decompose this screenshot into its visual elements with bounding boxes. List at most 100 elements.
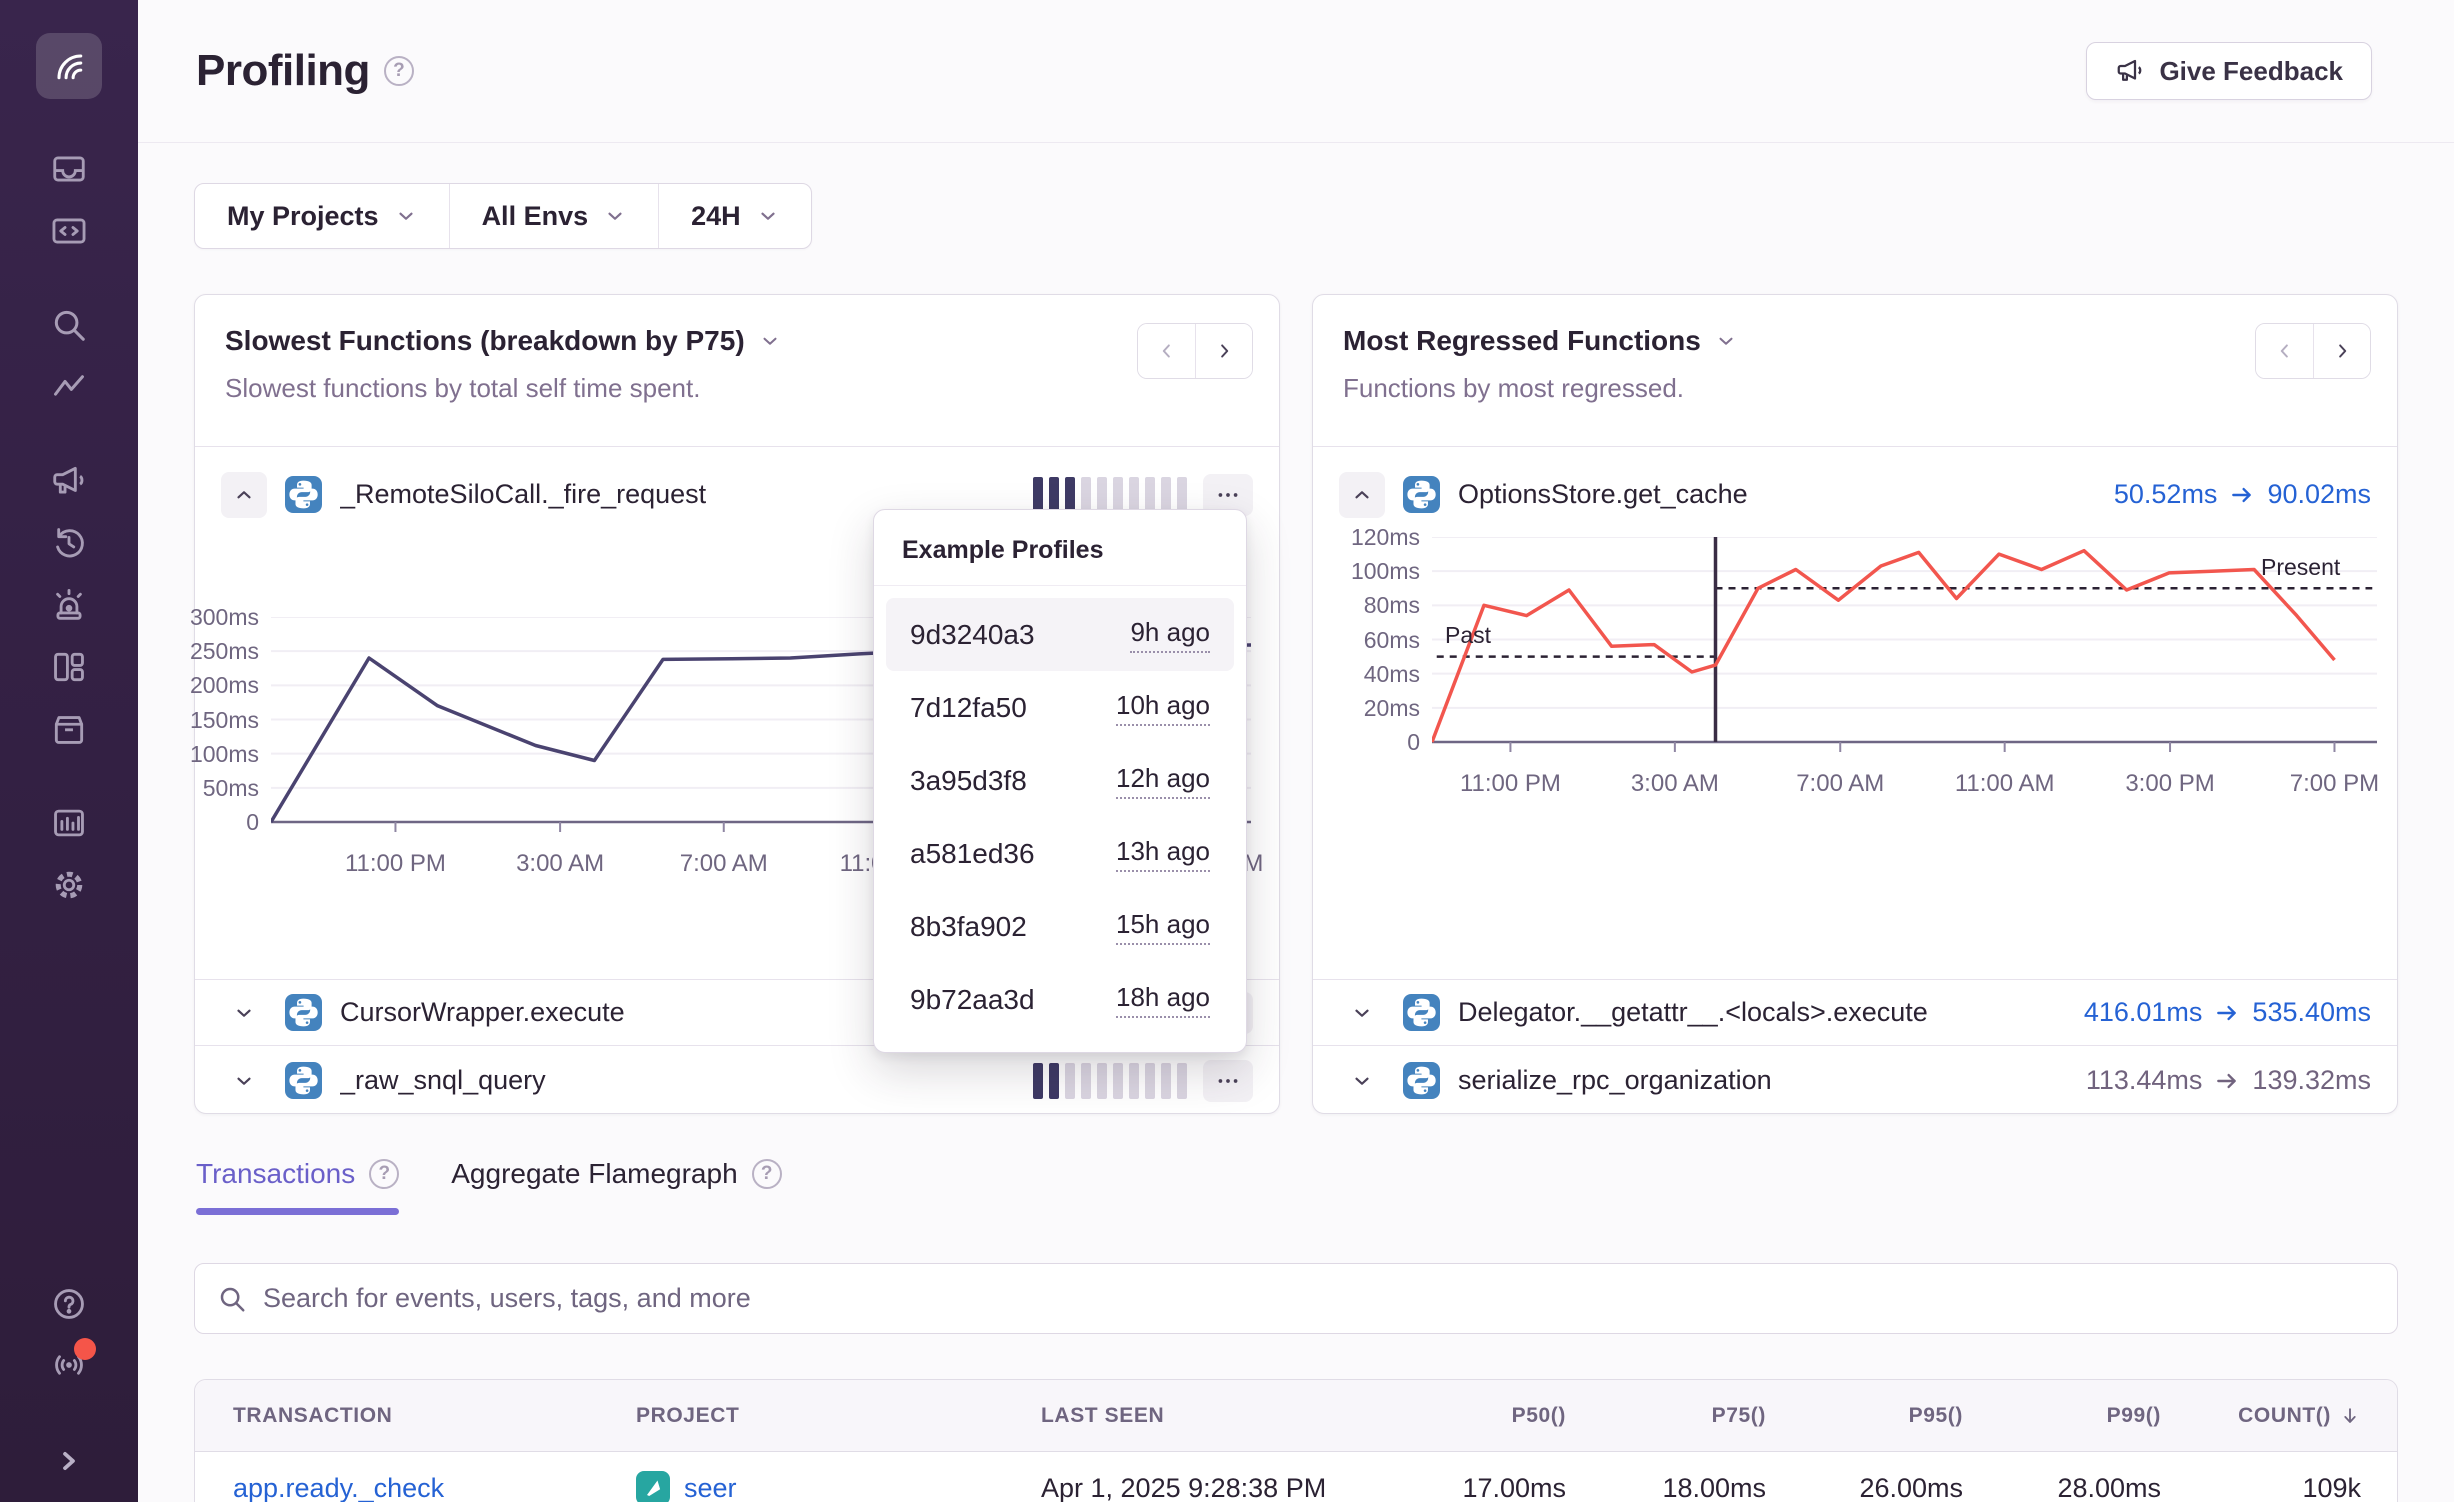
profile-age[interactable]: 13h ago [1116,836,1210,872]
example-profiles-dropdown: Example Profiles 9d3240a3 9h ago 7d12fa5… [873,509,1247,1053]
whats-new-icon[interactable] [48,1344,90,1386]
chevron-right-icon [2331,340,2353,362]
search-icon[interactable] [48,304,90,346]
function-name[interactable]: OptionsStore.get_cache [1458,479,1748,510]
profile-item[interactable]: 8b3fa902 15h ago [886,890,1234,963]
duration-before[interactable]: 50.52ms [2114,479,2218,510]
function-name[interactable]: _RemoteSiloCall._fire_request [340,479,706,510]
transaction-link[interactable]: app.ready._check [195,1473,598,1502]
duration-before[interactable]: 416.01ms [2084,997,2203,1028]
profile-age[interactable]: 9h ago [1130,617,1210,653]
profiling-page: Profiling Give Feedback My Projects All … [0,0,2454,1502]
expand-row-button[interactable] [221,990,267,1036]
profile-id[interactable]: 8b3fa902 [910,911,1027,943]
search-input[interactable] [263,1283,2375,1314]
column-p99[interactable]: P99() [1963,1404,2161,1428]
project-link[interactable]: seer [684,1473,737,1502]
tab-help-icon[interactable] [369,1159,399,1189]
project-filter[interactable]: My Projects [195,184,449,248]
column-transaction[interactable]: TRANSACTION [195,1404,598,1428]
project-cell[interactable]: seer [598,1471,1003,1502]
active-tab-indicator [196,1208,399,1215]
tab-transactions[interactable]: Transactions [196,1158,399,1215]
chevron-down-icon[interactable] [1715,330,1737,352]
tab-help-icon[interactable] [752,1159,782,1189]
feedback-icon[interactable] [48,460,90,502]
chevron-down-icon [757,205,779,227]
expand-row-button[interactable] [221,1058,267,1104]
search-bar [194,1263,2398,1334]
column-count[interactable]: COUNT() [2161,1404,2397,1428]
expand-row-button[interactable] [1339,1058,1385,1104]
page-help-icon[interactable] [384,56,414,86]
next-page-button[interactable] [1195,324,1252,378]
past-label: Past [1445,622,1491,649]
duration-after[interactable]: 90.02ms [2267,479,2371,510]
profile-id[interactable]: 3a95d3f8 [910,765,1027,797]
replays-icon[interactable] [48,522,90,564]
profile-id[interactable]: 9b72aa3d [910,984,1035,1016]
profile-age[interactable]: 12h ago [1116,763,1210,799]
give-feedback-button[interactable]: Give Feedback [2086,42,2372,100]
issues-icon[interactable] [48,148,90,190]
profile-age[interactable]: 10h ago [1116,690,1210,726]
column-count-label: COUNT() [2238,1404,2331,1428]
most-regressed-card: Most Regressed Functions Functions by mo… [1312,294,2398,1114]
column-project[interactable]: PROJECT [598,1404,1003,1428]
prev-page-button[interactable] [1138,324,1195,378]
give-feedback-label: Give Feedback [2159,56,2343,87]
tab-aggregate-flamegraph[interactable]: Aggregate Flamegraph [451,1158,781,1215]
function-name[interactable]: _raw_snql_query [340,1065,546,1096]
expand-sidebar-icon[interactable] [48,1440,90,1482]
column-p75[interactable]: P75() [1566,1404,1766,1428]
dashboards-icon[interactable] [48,646,90,688]
releases-icon[interactable] [48,708,90,750]
column-last-seen[interactable]: LAST SEEN [1003,1404,1426,1428]
next-page-button[interactable] [2313,324,2370,378]
explore-icon[interactable] [48,210,90,252]
profile-id[interactable]: a581ed36 [910,838,1035,870]
regression-values: 50.52ms 90.02ms [2114,479,2371,510]
environment-filter[interactable]: All Envs [449,184,659,248]
slowest-functions-title[interactable]: Slowest Functions (breakdown by P75) [225,325,745,357]
collapse-row-button[interactable] [1339,472,1385,518]
collapse-row-button[interactable] [221,472,267,518]
profile-age[interactable]: 15h ago [1116,909,1210,945]
function-name[interactable]: Delegator.__getattr__.<locals>.execute [1458,997,1928,1028]
profile-id[interactable]: 7d12fa50 [910,692,1027,724]
profile-item[interactable]: 3a95d3f8 12h ago [886,744,1234,817]
python-icon [1403,476,1440,513]
table-row[interactable]: app.ready._check seer Apr 1, 2025 9:28:3… [195,1452,2397,1502]
help-icon[interactable] [48,1283,90,1325]
sentry-logo[interactable] [36,33,102,99]
settings-icon[interactable] [48,864,90,906]
line-chart[interactable] [1432,537,2377,754]
arrow-right-icon [2214,1000,2240,1026]
column-p95[interactable]: P95() [1766,1404,1963,1428]
profile-item[interactable]: 9b72aa3d 18h ago [886,963,1234,1036]
stats-icon[interactable] [48,802,90,844]
most-regressed-title[interactable]: Most Regressed Functions [1343,325,1701,357]
chevron-down-icon[interactable] [759,330,781,352]
profile-item[interactable]: a581ed36 13h ago [886,817,1234,890]
chevron-down-icon [233,1070,255,1092]
function-name[interactable]: CursorWrapper.execute [340,997,625,1028]
function-name[interactable]: serialize_rpc_organization [1458,1065,1772,1096]
python-icon [285,476,322,513]
duration-gauge [1033,1063,1187,1099]
performance-icon[interactable] [48,366,90,408]
regression-values: 416.01ms 535.40ms [2084,997,2371,1028]
alerts-icon[interactable] [48,584,90,626]
arrow-right-icon [2229,482,2255,508]
row-options-button[interactable] [1203,1060,1253,1102]
profile-age[interactable]: 18h ago [1116,982,1210,1018]
profile-item[interactable]: 9d3240a3 9h ago [886,598,1234,671]
date-range-filter[interactable]: 24H [658,184,811,248]
profile-id[interactable]: 9d3240a3 [910,619,1035,651]
duration-after[interactable]: 535.40ms [2252,997,2371,1028]
prev-page-button[interactable] [2256,324,2313,378]
profile-item[interactable]: 7d12fa50 10h ago [886,671,1234,744]
project-filter-label: My Projects [227,201,379,232]
expand-row-button[interactable] [1339,990,1385,1036]
column-p50[interactable]: P50() [1426,1404,1566,1428]
